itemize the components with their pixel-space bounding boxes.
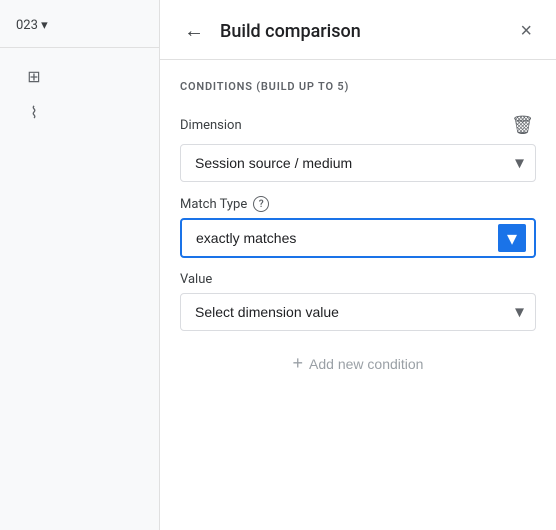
value-label: Value	[180, 272, 536, 287]
match-type-help-icon[interactable]: ?	[253, 196, 269, 212]
add-condition-label: Add new condition	[309, 356, 423, 372]
dimension-delete-button[interactable]: 🗑	[509, 113, 536, 138]
custom-icon: ⊞	[24, 66, 44, 86]
match-type-field-row: Match Type ? exactly matches contains be…	[180, 196, 536, 258]
sidebar-icons: ⊞ ⌇	[0, 56, 159, 132]
plus-icon: +	[293, 353, 304, 374]
value-field-row: Value Select dimension value ▾	[180, 272, 536, 331]
sidebar: 023 ▾ ⊞ ⌇	[0, 0, 160, 530]
header-left: ← Build comparison	[180, 16, 361, 47]
add-condition-button[interactable]: + Add new condition	[277, 345, 440, 382]
close-button[interactable]: ×	[516, 16, 536, 47]
trend-icon: ⌇	[24, 102, 44, 122]
sidebar-icon-custom[interactable]: ⊞	[16, 60, 143, 92]
back-button[interactable]: ←	[180, 16, 208, 47]
panel-header: ← Build comparison ×	[160, 0, 556, 60]
value-select[interactable]: Select dimension value	[180, 293, 536, 331]
match-type-label: Match Type ?	[180, 196, 269, 212]
conditions-section-label: CONDITIONS (BUILD UP TO 5)	[180, 80, 536, 93]
condition-block: Dimension 🗑 Session source / medium Sess…	[180, 113, 536, 331]
sidebar-icon-trend[interactable]: ⌇	[16, 96, 143, 128]
dimension-label: Dimension	[180, 118, 242, 133]
value-select-wrapper: Select dimension value ▾	[180, 293, 536, 331]
match-type-select[interactable]: exactly matches contains begins with end…	[180, 218, 536, 258]
match-type-field-header: Match Type ?	[180, 196, 536, 212]
dimension-select-wrapper: Session source / medium Session medium S…	[180, 144, 536, 182]
back-arrow-icon: ←	[184, 20, 204, 43]
add-condition-row: + Add new condition	[180, 331, 536, 386]
dimension-field-header: Dimension 🗑	[180, 113, 536, 138]
panel-content: CONDITIONS (BUILD UP TO 5) Dimension 🗑 S…	[160, 60, 556, 530]
dimension-select[interactable]: Session source / medium Session medium S…	[180, 144, 536, 182]
dimension-field-row: Dimension 🗑 Session source / medium Sess…	[180, 113, 536, 182]
main-panel: ← Build comparison × CONDITIONS (BUILD U…	[160, 0, 556, 530]
match-type-select-wrapper: exactly matches contains begins with end…	[180, 218, 536, 258]
panel-title: Build comparison	[220, 21, 361, 42]
sidebar-date-text: 023 ▾	[16, 18, 48, 33]
trash-icon: 🗑	[511, 115, 534, 136]
close-icon: ×	[520, 20, 532, 43]
sidebar-date-row[interactable]: 023 ▾	[0, 12, 159, 39]
sidebar-divider	[0, 47, 159, 48]
